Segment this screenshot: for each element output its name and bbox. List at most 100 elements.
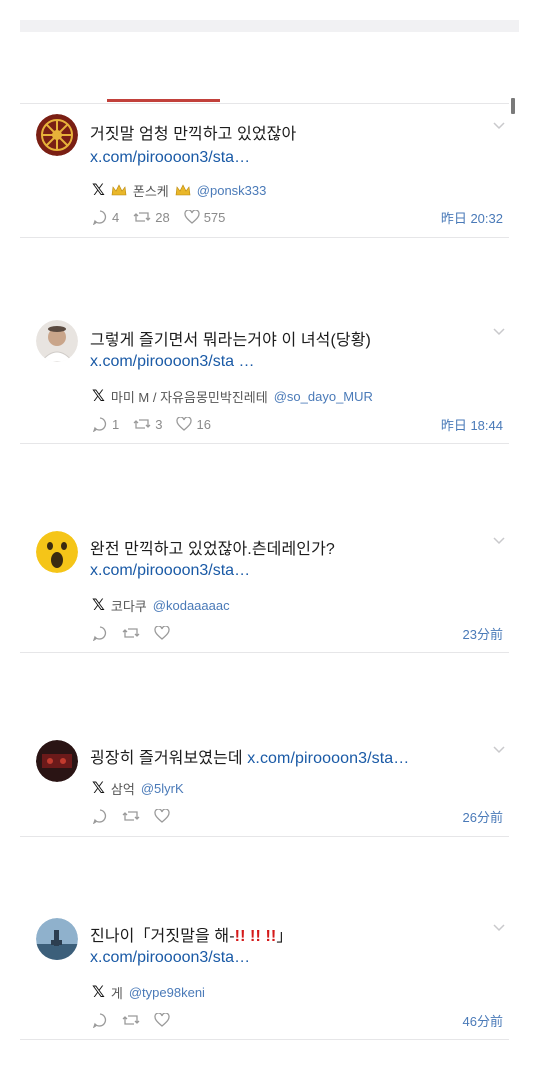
author-line[interactable]: 𝕏 삼억 @5lyrK [92, 778, 184, 798]
post-text: 그렇게 즐기면서 뭐라는거야 이 녀석(당황) [90, 332, 371, 349]
repost-icon [122, 1015, 140, 1025]
x-logo-icon: 𝕏 [92, 388, 105, 405]
avatar[interactable] [36, 320, 78, 362]
reply-count: 1 [112, 416, 120, 432]
post-card[interactable]: 거짓말 엄청 만끽하고 있었잖아 x.com/piroooon3/sta… 𝕏 … [20, 104, 509, 238]
reply-button[interactable] [92, 1012, 108, 1028]
repost-button[interactable] [122, 809, 140, 823]
top-strip [20, 20, 519, 32]
divider [20, 443, 509, 444]
repost-icon [122, 811, 140, 821]
post-text: 완전 만끽하고 있었잖아.츤데레인가? [90, 541, 335, 558]
chevron-down-icon[interactable] [493, 122, 505, 130]
like-button[interactable] [154, 1013, 170, 1027]
reply-icon [92, 210, 107, 225]
reply-button[interactable] [92, 808, 108, 824]
repost-button[interactable]: 28 [133, 209, 170, 225]
author-name: 마미 M / 자유음몽민박진레테 [110, 389, 268, 405]
post-text: 굉장히 즐거워보였는데 [90, 750, 243, 767]
author-handle: @ponsk333 [196, 182, 267, 198]
author-line[interactable]: 𝕏 마미 M / 자유음몽민박진레테 @so_dayo_MUR [92, 386, 373, 406]
x-logo-icon: 𝕏 [92, 182, 105, 199]
post-link[interactable]: x.com/piroooon3/sta … [90, 353, 255, 371]
author-handle: @5lyrK [140, 780, 184, 796]
reply-icon [92, 809, 107, 824]
like-button[interactable]: 16 [176, 416, 211, 432]
post-link[interactable]: x.com/piroooon3/sta… [247, 750, 409, 767]
avatar[interactable] [36, 114, 78, 156]
author-name: 폰스케 [132, 183, 169, 199]
divider [20, 652, 509, 653]
author-name: 게 [110, 985, 123, 1001]
author-line[interactable]: 𝕏 폰스케 @ponsk333 [92, 180, 266, 200]
x-logo-icon: 𝕏 [92, 780, 105, 797]
author-handle: @kodaaaaac [152, 597, 230, 613]
post-card[interactable]: 굉장히 즐거워보였는데 x.com/piroooon3/sta… 𝕏 삼억 @5… [20, 728, 509, 837]
post-actions: 23分前 [92, 624, 503, 642]
crown-icon [111, 184, 127, 196]
reply-icon [92, 1013, 107, 1028]
post-text-end: 」 [276, 928, 293, 945]
chevron-down-icon[interactable] [493, 537, 505, 545]
repost-button[interactable] [122, 1013, 140, 1027]
reply-icon [92, 417, 107, 432]
divider [20, 237, 509, 238]
post-time[interactable]: 昨日 18:44 [441, 415, 503, 434]
reply-button[interactable]: 1 [92, 416, 119, 432]
post-link[interactable]: x.com/piroooon3/sta… [90, 949, 250, 967]
author-line[interactable]: 𝕏 게 @type98keni [92, 982, 205, 1002]
exclamation-emphasis: !! !! !! [234, 928, 277, 945]
heart-icon [154, 626, 170, 640]
x-logo-icon: 𝕏 [92, 984, 105, 1001]
post-text: 진나이「거짓말을 해- [90, 928, 235, 945]
like-button[interactable]: 575 [184, 209, 226, 225]
avatar[interactable] [36, 918, 78, 960]
avatar[interactable] [36, 740, 78, 782]
scrollbar-thumb[interactable] [511, 98, 515, 114]
author-name: 코다쿠 [110, 598, 147, 614]
like-count: 575 [203, 209, 226, 225]
divider [20, 836, 509, 837]
like-button[interactable] [154, 809, 170, 823]
reply-button[interactable] [92, 625, 108, 641]
chevron-down-icon[interactable] [493, 746, 505, 754]
avatar[interactable] [36, 531, 78, 573]
post-link[interactable]: x.com/piroooon3/sta… [90, 562, 250, 580]
post-card[interactable]: 완전 만끽하고 있었잖아.츤데레인가? x.com/piroooon3/sta…… [20, 519, 509, 653]
post-link[interactable]: x.com/piroooon3/sta… [90, 149, 250, 167]
post-actions: 26分前 [92, 807, 503, 825]
post-actions: 4 28 575 昨日 20:32 [92, 208, 503, 226]
like-button[interactable] [154, 626, 170, 640]
repost-count: 3 [155, 416, 163, 432]
post-time[interactable]: 昨日 20:32 [441, 208, 503, 227]
active-tab-indicator [107, 99, 220, 102]
post-time[interactable]: 46分前 [463, 1011, 503, 1030]
crown-icon [175, 184, 191, 196]
x-logo-icon: 𝕏 [92, 597, 105, 614]
heart-icon [184, 210, 200, 224]
divider [20, 1039, 509, 1040]
repost-button[interactable] [122, 626, 140, 640]
post-time[interactable]: 23分前 [463, 624, 503, 643]
post-time[interactable]: 26分前 [463, 807, 503, 826]
author-handle: @type98keni [128, 984, 205, 1000]
repost-count: 28 [155, 209, 170, 225]
post-actions: 46分前 [92, 1011, 503, 1029]
heart-icon [154, 809, 170, 823]
reply-button[interactable]: 4 [92, 209, 119, 225]
post-card[interactable]: 진나이「거짓말을 해-!! !! !!」 x.com/piroooon3/sta… [20, 906, 509, 1040]
reply-icon [92, 626, 107, 641]
like-count: 16 [196, 416, 211, 432]
author-handle: @so_dayo_MUR [273, 388, 373, 404]
post-card[interactable]: 그렇게 즐기면서 뭐라는거야 이 녀석(당황) x.com/piroooon3/… [20, 310, 509, 444]
chevron-down-icon[interactable] [493, 328, 505, 336]
author-line[interactable]: 𝕏 코다쿠 @kodaaaaac [92, 595, 230, 615]
post-actions: 1 3 16 昨日 18:44 [92, 415, 503, 433]
post-text-line: 굉장히 즐거워보였는데 x.com/piroooon3/sta… [90, 744, 409, 768]
repost-icon [122, 628, 140, 638]
post-text: 거짓말 엄청 만끽하고 있었잖아 [90, 126, 297, 143]
reply-count: 4 [112, 209, 120, 225]
chevron-down-icon[interactable] [493, 924, 505, 932]
heart-icon [176, 417, 193, 431]
repost-button[interactable]: 3 [133, 417, 162, 432]
